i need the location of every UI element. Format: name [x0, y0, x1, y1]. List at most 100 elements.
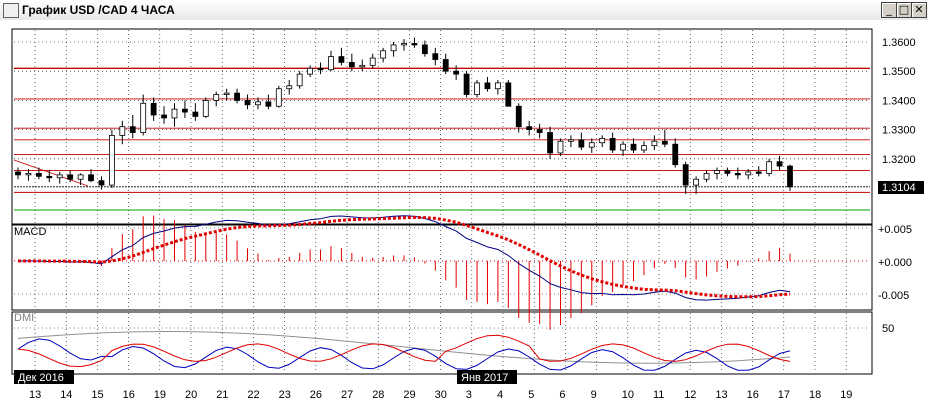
candle-body — [536, 129, 543, 133]
candle-body — [724, 170, 731, 174]
candle-body — [25, 172, 32, 176]
month-label-dec: Дек 2016 — [18, 372, 64, 384]
candle-body — [442, 59, 449, 72]
candle-body — [119, 126, 126, 136]
candle-body — [46, 175, 53, 179]
chart-area[interactable]: 1.3600 1.3500 1.3400 1.3300 1.3200 1.3104 MA… — [0, 20, 928, 405]
candle-body — [328, 56, 334, 71]
candle-body — [213, 94, 220, 101]
day-label: 10 — [622, 389, 634, 401]
candle-body — [67, 174, 74, 180]
day-label: 30 — [435, 389, 447, 401]
day-label: 13 — [715, 389, 727, 401]
price-axis: 1.3600 1.3500 1.3400 1.3300 1.3200 — [882, 37, 916, 166]
candle-body — [265, 101, 272, 107]
candle-body — [672, 143, 679, 166]
candle-body — [307, 67, 314, 75]
chart-grid — [14, 30, 870, 373]
macd-tick-bottom: -0.005 — [878, 290, 909, 302]
candle-body — [234, 92, 240, 101]
candle-body — [776, 161, 783, 167]
candle-body — [296, 73, 303, 87]
candle-body — [77, 174, 84, 180]
candle-body — [515, 105, 522, 128]
candle-body — [171, 108, 178, 119]
candle-body — [547, 132, 553, 154]
day-label: 14 — [60, 389, 72, 401]
minimize-button[interactable]: _ — [881, 2, 897, 18]
candle-body — [317, 67, 324, 71]
candle-body — [401, 43, 407, 46]
day-label: 5 — [528, 389, 534, 401]
macd-title: MACD — [14, 226, 46, 238]
price-tick-label: 1.3300 — [882, 125, 916, 137]
candle-body — [88, 174, 94, 182]
candle-body — [682, 164, 689, 186]
day-label: 23 — [279, 389, 291, 401]
candle-body — [286, 85, 293, 90]
candle-body — [421, 44, 428, 55]
day-label: 29 — [403, 389, 415, 401]
dmi-panel-frame — [11, 311, 873, 375]
candle-body — [505, 82, 512, 107]
day-label: 15 — [91, 389, 103, 401]
candle-body — [463, 73, 470, 95]
candle-body — [526, 126, 533, 131]
day-label: 16 — [123, 389, 135, 401]
chart-canvas[interactable]: 1.3600 1.3500 1.3400 1.3300 1.3200 1.3104 MA… — [0, 20, 928, 405]
candle-body — [380, 50, 387, 59]
candle-body — [453, 70, 460, 75]
dmi-series — [14, 327, 870, 371]
day-label: 18 — [809, 389, 821, 401]
day-label: 19 — [840, 389, 852, 401]
month-label-jan: Янв 2017 — [461, 372, 508, 384]
candle-body — [734, 172, 741, 176]
dmi-tick-50: 50 — [882, 323, 894, 335]
candle-body — [599, 137, 606, 144]
candle-body — [348, 62, 355, 68]
dmi-minus-line — [17, 334, 791, 368]
title-bar[interactable]: График USD /CAD 4 ЧАСА _ □ ✕ — [0, 0, 928, 21]
candle-body — [161, 114, 167, 119]
day-label: 16 — [747, 389, 759, 401]
day-label: 9 — [591, 389, 597, 401]
candle-body — [787, 165, 793, 188]
candle-body — [620, 143, 626, 151]
candle-body — [15, 171, 21, 176]
day-label: 20 — [185, 389, 197, 401]
candle-body — [568, 139, 574, 142]
price-tick-label: 1.3400 — [882, 95, 916, 107]
day-label: 21 — [216, 389, 228, 401]
candle-body — [108, 135, 115, 186]
candle-body — [745, 171, 752, 176]
candle-body — [630, 143, 637, 151]
candle-body — [35, 172, 42, 177]
day-label: 4 — [497, 389, 503, 401]
time-axis: 13 14 15 16 19 20 21 22 23 26 27 28 29 30 3 4 5 6 9 10 11 12 1… — [29, 389, 852, 401]
maximize-button[interactable]: □ — [896, 2, 912, 18]
chart-window: График USD /CAD 4 ЧАСА _ □ ✕ 1.3600 1.350… — [0, 0, 928, 405]
day-label: 12 — [684, 389, 696, 401]
candle-body — [474, 82, 480, 95]
candle-body — [641, 145, 647, 151]
candle-body — [223, 92, 230, 95]
macd-series — [14, 215, 870, 330]
day-label: 6 — [559, 389, 565, 401]
day-label: 27 — [341, 389, 353, 401]
day-label: 3 — [466, 389, 472, 401]
candle-body — [432, 53, 439, 60]
candle-body — [255, 101, 261, 106]
candle-body — [140, 102, 147, 133]
dmi-plus-line — [17, 338, 791, 371]
day-label: 11 — [653, 389, 664, 401]
day-label: 28 — [372, 389, 384, 401]
candle-body — [98, 180, 105, 186]
day-label: 17 — [778, 389, 790, 401]
candle-body — [557, 140, 564, 154]
candle-body — [129, 126, 136, 133]
candle-body — [661, 140, 668, 145]
dmi-title: DMI — [14, 312, 34, 324]
candle-body — [150, 102, 157, 116]
close-button[interactable]: ✕ — [911, 2, 927, 18]
candle-body — [192, 111, 199, 117]
